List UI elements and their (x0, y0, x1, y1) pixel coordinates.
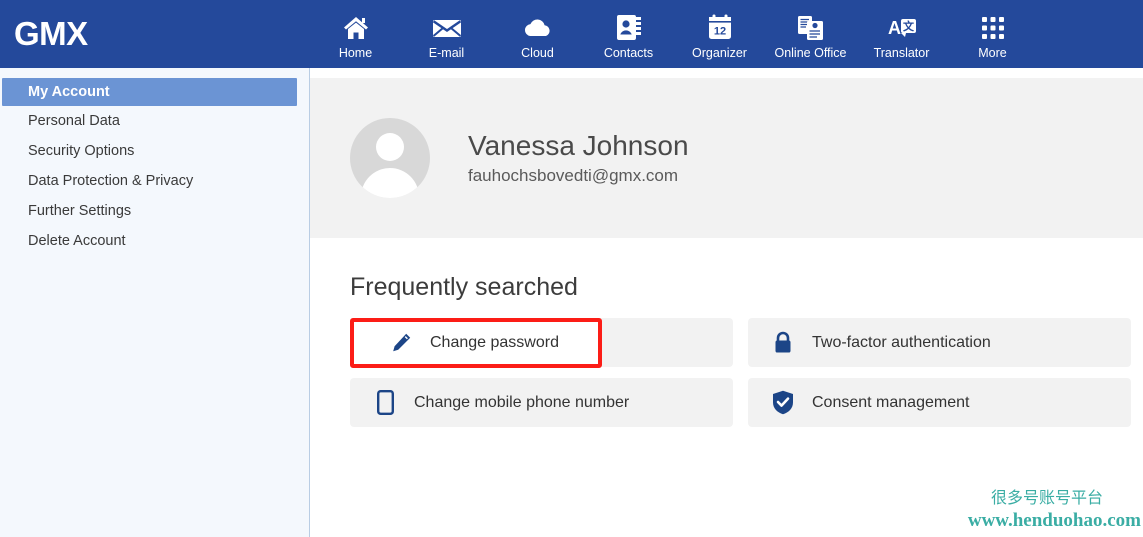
nav-item-email[interactable]: E-mail (401, 0, 492, 68)
gmx-logo[interactable]: GMX (0, 0, 310, 68)
pencil-icon (388, 332, 414, 354)
watermark-url: www.henduohao.com (967, 510, 1141, 532)
sidebar-item-my-account[interactable]: My Account (2, 78, 297, 106)
user-avatar-icon (350, 118, 430, 198)
profile-name: Vanessa Johnson (468, 129, 689, 161)
tile-change-password-wrapper: Change password (350, 317, 733, 368)
avatar-body (361, 168, 419, 198)
nav-item-translator[interactable]: A 文 Translator (856, 0, 947, 68)
tile-label-two-factor-authentication: Two-factor authentication (812, 333, 991, 351)
nav-label-home: Home (338, 45, 373, 60)
nav-label-email: E-mail (428, 45, 465, 60)
brand-label: GMX (14, 15, 88, 52)
calendar-icon: 12 (707, 13, 733, 43)
shield-check-icon (770, 390, 796, 415)
nav-label-online-office: Online Office (774, 45, 847, 60)
contacts-icon (616, 13, 642, 43)
sidebar-item-personal-data[interactable]: Personal Data (0, 106, 309, 136)
sidebar-label-delete-account: Delete Account (28, 233, 126, 249)
nav-item-more[interactable]: More (947, 0, 1038, 68)
sidebar-item-security-options[interactable]: Security Options (0, 136, 309, 166)
avatar-head (376, 133, 404, 161)
lock-icon (770, 331, 796, 355)
nav-item-home[interactable]: Home (310, 0, 401, 68)
nav-items: Home E-mail Cloud Contacts 12 Organizer … (310, 0, 1038, 68)
nav-item-cloud[interactable]: Cloud (492, 0, 583, 68)
nav-label-organizer: Organizer (692, 45, 747, 60)
sidebar: My Account Personal Data Security Option… (0, 68, 310, 537)
translator-icon: A 文 (887, 13, 917, 43)
profile-email: fauhochsbovedti@gmx.com (468, 166, 679, 186)
section-title: Frequently searched (350, 273, 578, 301)
watermark: 很多号账号平台 www.henduohao.com (968, 489, 1143, 533)
nav-label-contacts: Contacts (603, 45, 654, 60)
gmx-account-page: GMX Home E-mail Cloud Contacts 12 Organi… (0, 0, 1143, 537)
tile-two-factor-authentication[interactable]: Two-factor authentication (748, 318, 1131, 367)
watermark-chinese-text: 很多号账号平台 (990, 490, 1103, 508)
svg-text:文: 文 (903, 19, 915, 33)
grid-dots-icon (981, 13, 1005, 43)
envelope-icon (432, 13, 462, 43)
tile-consent-management[interactable]: Consent management (748, 378, 1131, 427)
svg-text:A: A (888, 18, 901, 38)
nav-label-translator: Translator (873, 45, 930, 60)
main-content: Vanessa Johnson fauhochsbovedti@gmx.com … (310, 68, 1143, 537)
documents-icon (797, 13, 825, 43)
nav-item-organizer[interactable]: 12 Organizer (674, 0, 765, 68)
sidebar-label-my-account: My Account (28, 84, 110, 100)
tile-label-consent-management: Consent management (812, 393, 970, 411)
profile-text: Vanessa Johnson fauhochsbovedti@gmx.com (468, 130, 689, 186)
calendar-badge-number: 12 (713, 26, 725, 38)
home-icon (342, 13, 370, 43)
sidebar-item-data-protection-privacy[interactable]: Data Protection & Privacy (0, 166, 309, 196)
sidebar-label-further-settings: Further Settings (28, 203, 132, 219)
sidebar-label-security-options: Security Options (28, 143, 135, 159)
cloud-icon (522, 13, 554, 43)
nav-item-online-office[interactable]: Online Office (765, 0, 856, 68)
nav-label-cloud: Cloud (521, 45, 554, 60)
sidebar-item-further-settings[interactable]: Further Settings (0, 196, 309, 226)
frequently-searched-tiles: Change password Two-factor authenticatio… (350, 317, 1143, 427)
tile-change-password[interactable]: Change password (350, 317, 602, 368)
profile-card: Vanessa Johnson fauhochsbovedti@gmx.com (310, 78, 1143, 238)
mobile-phone-icon (372, 390, 398, 415)
sidebar-label-personal-data: Personal Data (28, 113, 120, 129)
top-navigation-bar: GMX Home E-mail Cloud Contacts 12 Organi… (0, 0, 1143, 68)
tile-label-change-password: Change password (430, 333, 559, 351)
tile-label-change-mobile-phone-number: Change mobile phone number (414, 393, 630, 411)
tile-change-mobile-phone-number[interactable]: Change mobile phone number (350, 378, 733, 427)
sidebar-label-data-protection-privacy: Data Protection & Privacy (28, 173, 194, 189)
nav-label-more: More (978, 45, 1007, 60)
nav-item-contacts[interactable]: Contacts (583, 0, 674, 68)
sidebar-item-delete-account[interactable]: Delete Account (0, 226, 309, 256)
